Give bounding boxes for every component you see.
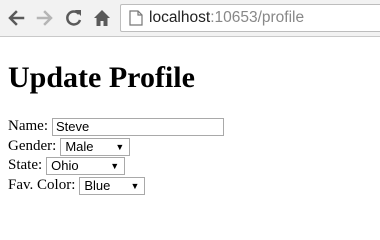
state-label: State: xyxy=(8,157,43,173)
page-icon xyxy=(129,10,143,26)
chevron-down-icon: ▼ xyxy=(115,141,125,152)
arrow-right-icon xyxy=(36,10,53,26)
gender-selected-value: Male xyxy=(65,138,94,154)
gender-select[interactable]: Male ▼ xyxy=(60,137,131,156)
color-row: Fav. Color: Blue ▼ xyxy=(8,176,146,195)
reload-icon xyxy=(66,10,82,26)
address-bar[interactable]: localhost:10653/profile xyxy=(120,4,380,32)
chevron-down-icon: ▼ xyxy=(110,160,120,171)
reload-button[interactable] xyxy=(64,8,84,28)
url-host: localhost xyxy=(149,9,211,26)
state-row: State: Ohio ▼ xyxy=(8,156,126,175)
gender-row: Gender: Male ▼ xyxy=(8,137,131,156)
back-button[interactable] xyxy=(6,8,26,28)
url-text: localhost:10653/profile xyxy=(149,9,304,27)
chevron-down-icon: ▼ xyxy=(130,180,140,191)
gender-label: Gender: xyxy=(8,138,57,154)
url-path: :10653/profile xyxy=(210,9,305,26)
color-label: Fav. Color: xyxy=(8,177,76,193)
page-title: Update Profile xyxy=(8,61,195,94)
state-select[interactable]: Ohio ▼ xyxy=(46,156,126,175)
name-label: Name: xyxy=(8,118,48,134)
color-selected-value: Blue xyxy=(84,177,111,193)
forward-button[interactable] xyxy=(35,8,55,28)
browser-toolbar: localhost:10653/profile xyxy=(0,0,380,37)
name-row: Name: Steve xyxy=(8,117,224,136)
state-selected-value: Ohio xyxy=(51,157,79,173)
name-input[interactable]: Steve xyxy=(51,117,224,136)
color-select[interactable]: Blue ▼ xyxy=(79,176,146,195)
home-button[interactable] xyxy=(92,8,112,28)
home-icon xyxy=(94,10,110,26)
arrow-left-icon xyxy=(8,10,25,26)
